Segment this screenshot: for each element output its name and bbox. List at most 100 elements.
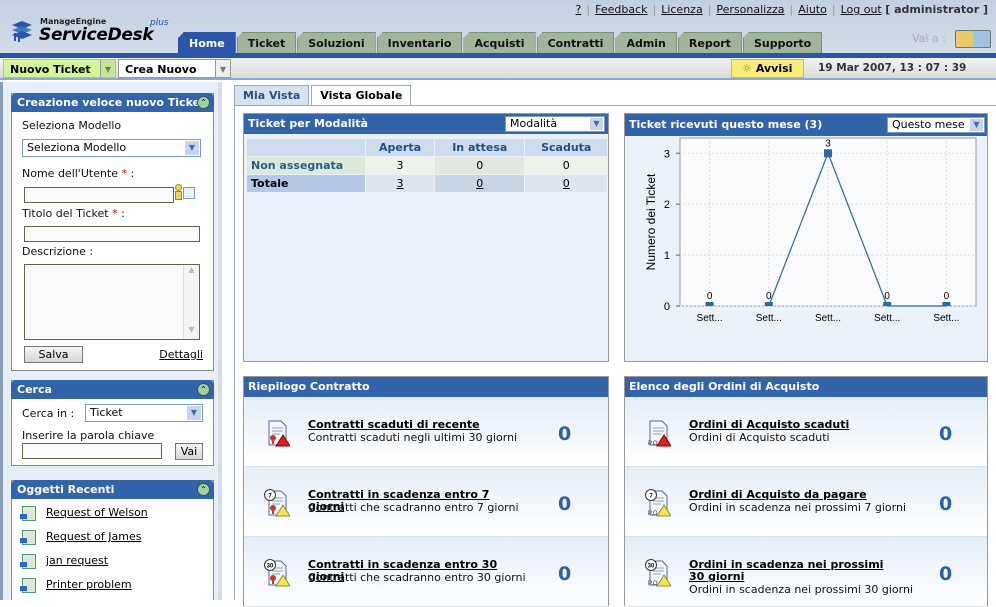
data-point bbox=[705, 302, 714, 306]
chevron-down-icon: ▼ bbox=[185, 141, 199, 155]
servicedesk-logo[interactable]: ManageEngine ServiceDesk plus bbox=[10, 16, 170, 48]
feedback-link[interactable]: Feedback bbox=[595, 3, 647, 16]
create-new-select[interactable]: Crea Nuovo ▼ bbox=[118, 59, 231, 78]
summary-row: P.O Ordini di Acquisto scaduti Ordini di… bbox=[625, 397, 987, 467]
license-link[interactable]: Licenza bbox=[661, 3, 703, 16]
collapse-icon[interactable]: ⌃ bbox=[197, 383, 210, 396]
column-header: Scaduta bbox=[525, 139, 607, 156]
request-icon bbox=[20, 529, 36, 545]
summary-count: 0 bbox=[558, 493, 572, 515]
collapse-icon[interactable]: ⌃ bbox=[197, 96, 210, 109]
panel-header: Cerca ⌃ bbox=[11, 380, 214, 399]
table-cell: 0 bbox=[525, 157, 607, 174]
tab-supporto[interactable]: Supporto bbox=[742, 32, 823, 53]
tab-inventario[interactable]: Inventario bbox=[376, 32, 463, 53]
tab-soluzioni[interactable]: Soluzioni bbox=[297, 32, 376, 53]
card-title: Riepilogo Contratto bbox=[248, 380, 370, 393]
tab-report[interactable]: Report bbox=[677, 32, 742, 53]
template-select-value: Seleziona Modello bbox=[27, 141, 127, 154]
y-tick-label: 3 bbox=[664, 148, 670, 160]
y-tick-label: 1 bbox=[664, 250, 670, 262]
data-point bbox=[883, 302, 892, 306]
recent-item-link[interactable]: Request of James bbox=[46, 530, 141, 543]
personalize-link[interactable]: Personalizza bbox=[716, 3, 784, 16]
total-link[interactable]: 0 bbox=[563, 177, 570, 190]
servicedesk-logo-mark-icon bbox=[12, 21, 32, 42]
collapse-icon[interactable]: ⌃ bbox=[197, 483, 210, 496]
total-link[interactable]: 0 bbox=[476, 177, 483, 190]
go-button[interactable]: Vai bbox=[175, 443, 203, 460]
user-lookup-icon[interactable] bbox=[175, 184, 195, 202]
template-select[interactable]: Seleziona Modello ▼ bbox=[22, 139, 201, 157]
tab-admin[interactable]: Admin bbox=[615, 32, 677, 53]
y-tick-label: 2 bbox=[664, 199, 670, 211]
period-filter-select[interactable]: Questo mese ▼ bbox=[887, 117, 985, 133]
chevron-down-icon[interactable]: ▼ bbox=[215, 60, 230, 77]
tab-acquisti[interactable]: Acquisti bbox=[463, 32, 536, 53]
user-name-input[interactable] bbox=[24, 187, 174, 203]
recent-item-link[interactable]: Request of Welson bbox=[46, 506, 148, 519]
request-icon bbox=[20, 577, 36, 593]
alerts-button[interactable]: ☼ Avvisi bbox=[731, 59, 804, 78]
dashboard: Ticket per Modalità Modalità ▼ Aperta In… bbox=[234, 105, 996, 607]
card-title: Ticket ricevuti questo mese (3) bbox=[629, 118, 823, 131]
card-header: Riepilogo Contratto bbox=[244, 377, 608, 397]
save-button[interactable]: Salva bbox=[24, 346, 83, 363]
current-user: [ administrator ] bbox=[885, 3, 988, 16]
data-label: 3 bbox=[825, 138, 831, 149]
contract-due-icon: 30 bbox=[264, 559, 290, 587]
logout-link[interactable]: Log out bbox=[841, 3, 882, 16]
summary-count: 0 bbox=[939, 493, 953, 515]
summary-row: P.O 7 Ordini di Acquisto da pagare Ordin… bbox=[625, 467, 987, 537]
summary-row: 30 Contratti in scadenza entro 30 giorni… bbox=[244, 537, 608, 607]
switch-app-icon[interactable] bbox=[955, 30, 991, 48]
data-label: 0 bbox=[944, 291, 950, 302]
search-in-select[interactable]: Ticket ▼ bbox=[85, 404, 203, 422]
description-textarea[interactable]: ▲ ▼ bbox=[24, 264, 200, 340]
table-cell: 3 bbox=[366, 157, 435, 174]
column-header bbox=[247, 139, 365, 156]
recent-item[interactable]: jan request bbox=[20, 552, 108, 570]
tab-home[interactable]: Home bbox=[178, 32, 236, 53]
summary-description: Ordini in scadenza nei prossimi 7 giorni bbox=[689, 501, 907, 514]
card-header: Elenco degli Ordini di Acquisto bbox=[625, 377, 987, 397]
summary-title-link[interactable]: Ordini in scadenza nei prossimi 30 giorn… bbox=[689, 559, 889, 583]
mode-filter-select[interactable]: Modalità ▼ bbox=[505, 116, 605, 132]
scrollbar[interactable]: ▲ ▼ bbox=[183, 265, 199, 339]
description-label: Descrizione : bbox=[22, 245, 94, 258]
sidebar: Creazione veloce nuovo Ticket ⌃ Selezion… bbox=[0, 82, 222, 600]
recent-item[interactable]: Printer problem bbox=[20, 576, 132, 594]
help-link[interactable]: ? bbox=[576, 3, 582, 16]
recent-item-link[interactable]: jan request bbox=[46, 554, 108, 567]
data-label: 0 bbox=[707, 291, 713, 302]
tab-ticket[interactable]: Ticket bbox=[236, 32, 297, 53]
ticket-title-input[interactable] bbox=[24, 226, 200, 242]
x-tick-label: Sett... bbox=[697, 313, 723, 324]
summary-title-link[interactable]: Ordini di Acquisto da pagare bbox=[689, 489, 889, 501]
details-link[interactable]: Dettagli bbox=[159, 348, 203, 361]
purchase-order-due-icon: P.O 30 bbox=[645, 559, 671, 587]
panel-title: Oggetti Recenti bbox=[17, 483, 115, 496]
tab-my-view[interactable]: Mia Vista bbox=[234, 85, 310, 105]
top-links: ? | Feedback | Licenza | Personalizza | Aiuto | Lo… bbox=[575, 3, 988, 16]
y-tick-label: 0 bbox=[664, 301, 670, 313]
tab-contratti[interactable]: Contratti bbox=[536, 32, 615, 53]
summary-description: Contratti che scadranno entro 7 giorni bbox=[308, 501, 519, 514]
alerts-label: Avvisi bbox=[755, 62, 793, 75]
summary-title-link[interactable]: Ordini di Acquisto scaduti bbox=[689, 419, 889, 431]
aiuto-link[interactable]: Aiuto bbox=[798, 3, 827, 16]
tab-global-view[interactable]: Vista Globale bbox=[311, 85, 412, 105]
recent-item[interactable]: Request of James bbox=[20, 528, 141, 546]
new-ticket-select[interactable]: Nuovo Ticket ▼ bbox=[3, 59, 116, 78]
recent-item[interactable]: Request of Welson bbox=[20, 504, 148, 522]
total-link[interactable]: 3 bbox=[397, 177, 404, 190]
summary-title-link[interactable]: Contratti scaduti di recente bbox=[308, 419, 508, 431]
goto-label: Vai a : bbox=[912, 32, 946, 45]
recent-item-link[interactable]: Printer problem bbox=[46, 578, 132, 591]
chevron-down-icon[interactable]: ▼ bbox=[100, 60, 115, 77]
main-nav-tabs: Home Ticket Soluzioni Inventario Acquist… bbox=[178, 32, 823, 53]
new-ticket-label: Nuovo Ticket bbox=[10, 63, 91, 76]
keyword-input[interactable] bbox=[22, 443, 162, 459]
keyword-label: Inserire la parola chiave bbox=[22, 429, 155, 442]
x-tick-label: Sett... bbox=[756, 313, 782, 324]
